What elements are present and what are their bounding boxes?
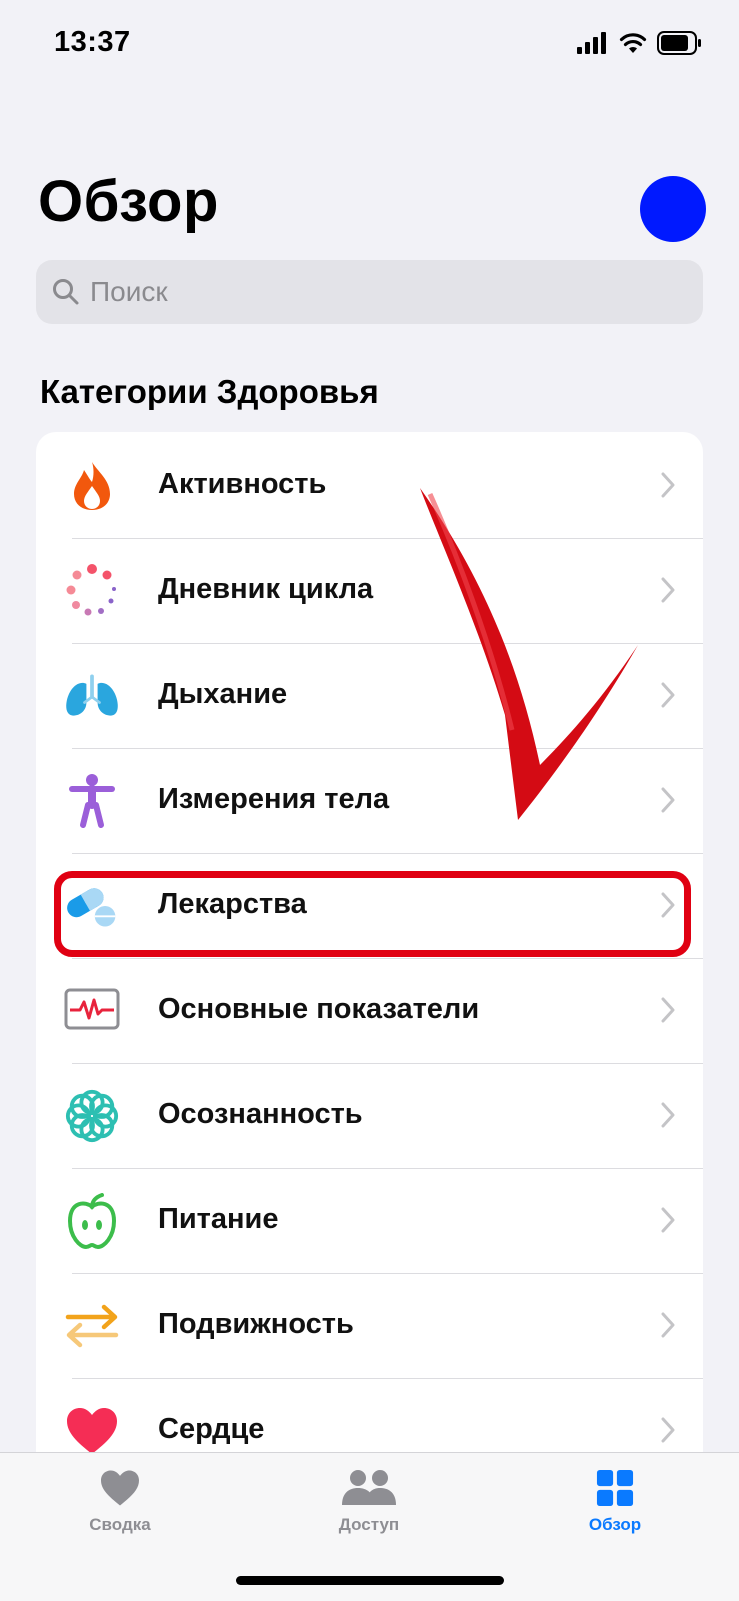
search-input[interactable]: Поиск — [36, 260, 703, 324]
category-label: Дыхание — [158, 678, 288, 710]
heart-icon — [64, 1403, 120, 1459]
tab-sharing[interactable]: Доступ — [309, 1469, 429, 1549]
category-label: Активность — [158, 468, 327, 500]
section-title: Категории Здоровья — [40, 373, 379, 410]
profile-avatar[interactable] — [640, 176, 706, 242]
annotation-highlight-box — [54, 871, 691, 957]
tab-label: Доступ — [338, 1515, 400, 1534]
status-bar: 13:37 — [0, 0, 739, 90]
tab-summary[interactable]: Сводка — [60, 1469, 180, 1549]
chevron-right-icon — [661, 1312, 675, 1338]
category-label: Дневник цикла — [158, 573, 374, 605]
flame-icon — [64, 458, 120, 514]
category-label: Осознанность — [158, 1098, 363, 1130]
battery-icon — [657, 31, 701, 55]
signal-icon — [577, 32, 606, 54]
category-label: Основные показатели — [158, 993, 480, 1025]
cycle-dots-icon — [64, 563, 120, 619]
person-figure-icon — [64, 773, 120, 829]
tab-label: Обзор — [588, 1515, 642, 1534]
lungs-icon — [64, 668, 120, 724]
category-label: Питание — [158, 1203, 279, 1235]
category-label: Измерения тела — [158, 783, 390, 815]
wifi-icon — [619, 33, 647, 53]
people-icon — [342, 1470, 396, 1505]
category-label: Подвижность — [158, 1308, 354, 1340]
category-label: Сердце — [158, 1413, 265, 1445]
heart-icon — [101, 1470, 139, 1506]
arrows-icon — [64, 1298, 120, 1354]
grid-icon — [596, 1469, 634, 1507]
apple-icon — [64, 1193, 120, 1249]
search-icon — [53, 279, 79, 305]
category-row-nutrition[interactable]: Питание — [36, 1167, 703, 1274]
status-icons — [577, 30, 703, 56]
category-row-vitals[interactable]: Основные показатели — [36, 957, 703, 1064]
vitals-monitor-icon — [64, 983, 120, 1039]
tab-label: Сводка — [89, 1515, 151, 1534]
search-placeholder: Поиск — [90, 276, 168, 307]
category-row-mindfulness[interactable]: Осознанность — [36, 1062, 703, 1169]
annotation-arrow — [420, 488, 638, 820]
chevron-right-icon — [661, 1102, 675, 1128]
tab-browse[interactable]: Обзор — [555, 1469, 675, 1549]
category-row-mobility[interactable]: Подвижность — [36, 1272, 703, 1379]
status-time: 13:37 — [54, 26, 131, 58]
chevron-right-icon — [661, 997, 675, 1023]
chevron-right-icon — [661, 1207, 675, 1233]
page-title: Обзор — [38, 169, 219, 234]
chevron-right-icon — [661, 1417, 675, 1443]
home-indicator — [236, 1576, 504, 1585]
flower-icon — [64, 1088, 120, 1144]
